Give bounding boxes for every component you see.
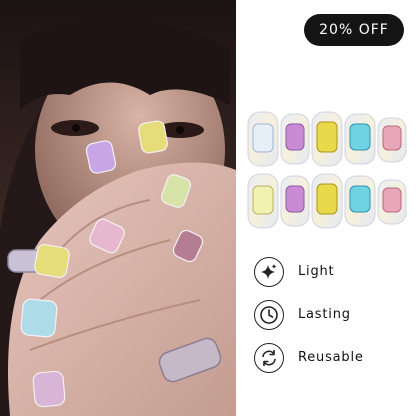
feature-label: Lasting xyxy=(298,307,351,322)
gem xyxy=(382,187,402,213)
feature-item-reusable: Reusable xyxy=(254,336,414,379)
model-photo xyxy=(0,0,236,416)
gem xyxy=(252,185,274,215)
gem xyxy=(349,123,371,151)
feature-item-lasting: Lasting xyxy=(254,293,414,336)
gem xyxy=(382,125,402,151)
nail-row-bottom xyxy=(247,173,407,229)
gem xyxy=(252,123,274,153)
gem xyxy=(316,183,338,215)
gem xyxy=(285,123,305,151)
feature-label: Reusable xyxy=(298,350,364,365)
feature-list: Light Lasting Reusable xyxy=(254,250,414,379)
refresh-icon xyxy=(254,342,284,373)
nail-row-top xyxy=(247,111,407,167)
nail-set-illustration xyxy=(247,111,407,229)
sparkle-icon xyxy=(254,256,284,287)
gem xyxy=(316,121,338,153)
feature-label: Light xyxy=(298,264,335,279)
gem xyxy=(285,185,305,213)
clock-icon xyxy=(254,299,284,330)
product-image: 20% OFF Light Lasting Reusable xyxy=(0,0,416,416)
model-photo-art xyxy=(0,0,236,416)
feature-item-light: Light xyxy=(254,250,414,293)
gem xyxy=(349,185,371,213)
discount-badge: 20% OFF xyxy=(304,14,404,46)
